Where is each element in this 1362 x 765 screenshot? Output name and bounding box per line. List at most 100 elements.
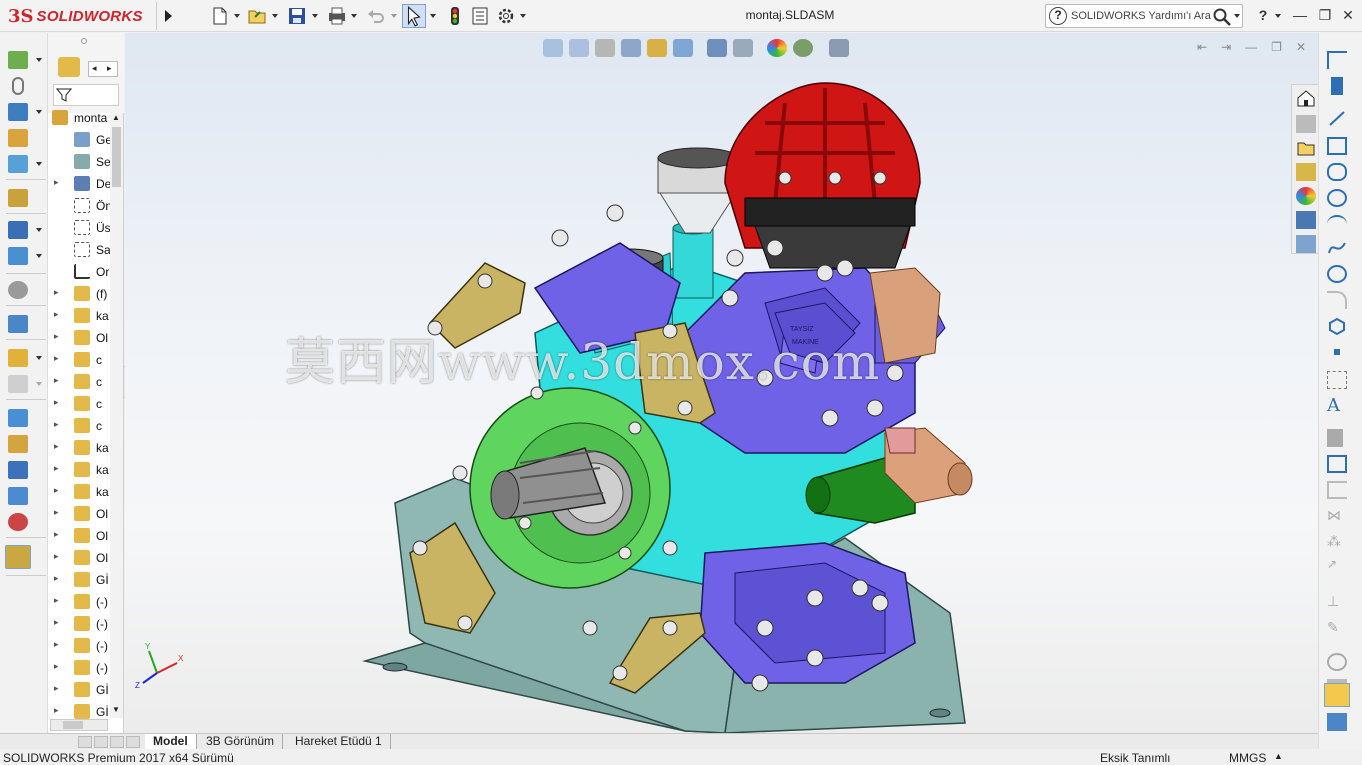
new-motion-study-icon[interactable] <box>8 281 28 299</box>
expand-arrow-icon[interactable]: ▸ <box>54 595 59 606</box>
text-icon[interactable]: A <box>1327 395 1347 416</box>
smart-dimension-icon[interactable] <box>1331 77 1343 95</box>
design-library-icon[interactable] <box>1296 139 1316 157</box>
tree-item[interactable]: Ön <box>48 195 110 217</box>
close-button[interactable]: ✕ <box>1338 7 1358 24</box>
assembly-visualization-icon[interactable] <box>8 487 28 505</box>
fillet-icon[interactable] <box>1327 291 1347 309</box>
menu-expand-button[interactable] <box>156 2 178 30</box>
tree-item[interactable]: Or <box>48 261 110 283</box>
panel-grip-icon[interactable] <box>81 38 87 44</box>
expand-arrow-icon[interactable]: ▸ <box>54 661 59 672</box>
expand-arrow-icon[interactable]: ▸ <box>54 705 59 716</box>
undo-dropdown[interactable] <box>391 14 397 21</box>
scroll-up-icon[interactable]: ▲ <box>112 113 120 122</box>
tree-item[interactable]: ▸ Gİ <box>48 679 110 701</box>
display-relations-icon[interactable]: ⊥ <box>1327 593 1347 611</box>
expand-arrow-icon[interactable]: ▸ <box>54 507 59 518</box>
file-properties-icon[interactable] <box>470 6 490 26</box>
ellipse-icon[interactable] <box>1327 265 1347 283</box>
tree-hscrollbar[interactable] <box>50 719 108 731</box>
undo-icon[interactable] <box>366 6 386 26</box>
print-icon[interactable] <box>327 6 347 26</box>
reference-geometry-icon[interactable] <box>8 247 28 265</box>
custom-properties-icon[interactable] <box>1296 211 1316 229</box>
expand-arrow-icon[interactable]: ▸ <box>54 375 59 386</box>
expand-arrow-icon[interactable]: ▸ <box>54 309 59 320</box>
expand-arrow-icon[interactable]: ▸ <box>54 529 59 540</box>
smart-fasteners-icon[interactable] <box>8 129 28 147</box>
polygon-icon[interactable] <box>1327 317 1347 335</box>
rebuild-icon[interactable] <box>445 6 465 26</box>
repair-sketch-icon[interactable]: ✎ <box>1327 619 1347 637</box>
expand-arrow-icon[interactable]: ▸ <box>54 639 59 650</box>
expand-arrow-icon[interactable]: ▸ <box>54 177 59 188</box>
tab-nav-arrows[interactable] <box>78 736 140 748</box>
trim-entities-icon[interactable] <box>1327 429 1343 447</box>
select-button[interactable] <box>402 4 426 28</box>
save-dropdown[interactable] <box>312 14 318 21</box>
sketch-icon[interactable] <box>1327 51 1347 69</box>
slot-icon[interactable] <box>1327 163 1347 181</box>
restore-button[interactable]: ❐ <box>1315 7 1335 24</box>
solidworks-logo[interactable]: 3S SOLIDWORKS <box>8 3 143 29</box>
centerline-icon[interactable] <box>1327 371 1347 389</box>
tree-item[interactable]: Ge <box>48 129 110 151</box>
print-dropdown[interactable] <box>351 14 357 21</box>
tree-item[interactable]: ▸ Ol <box>48 525 110 547</box>
tab-scroll[interactable]: ◂ ▸ <box>88 61 118 77</box>
tree-item[interactable]: Se <box>48 151 110 173</box>
expand-arrow-icon[interactable]: ▸ <box>54 617 59 628</box>
tree-root[interactable]: monta <box>48 107 110 129</box>
tree-item[interactable]: ▸ (-) <box>48 657 110 679</box>
tree-item[interactable]: ▸ Gİ <box>48 569 110 591</box>
open-dropdown[interactable] <box>272 14 278 21</box>
tree-item[interactable]: ▸ ka <box>48 437 110 459</box>
explode-line-sketch-icon[interactable] <box>8 375 28 393</box>
open-icon[interactable] <box>247 6 267 26</box>
tab-motion-study[interactable]: Hareket Etüdü 1 <box>287 734 391 750</box>
solidworks-forum-icon[interactable] <box>1296 235 1316 253</box>
3d-content-central-icon[interactable] <box>1296 115 1316 133</box>
mirror-entities-icon[interactable]: ⋈ <box>1327 507 1347 525</box>
search-dropdown[interactable] <box>1234 14 1240 21</box>
tree-scroll-thumb[interactable] <box>112 127 121 187</box>
status-units[interactable]: MMGS <box>1229 751 1266 765</box>
feature-manager-tab-icon[interactable] <box>58 57 80 77</box>
expand-arrow-icon[interactable]: ▸ <box>54 551 59 562</box>
tree-item[interactable]: Sa <box>48 239 110 261</box>
tree-item[interactable]: ▸ De <box>48 173 110 195</box>
expand-arrow-icon[interactable]: ▸ <box>54 353 59 364</box>
expand-arrow-icon[interactable]: ▸ <box>54 441 59 452</box>
save-icon[interactable] <box>287 6 307 26</box>
rectangle-icon[interactable] <box>1327 137 1347 155</box>
search-icon[interactable] <box>1212 7 1232 27</box>
help-button[interactable]: ? <box>1253 7 1273 23</box>
circle-icon[interactable] <box>1327 189 1347 207</box>
tree-scrollbar[interactable]: ▲ ▼ <box>110 113 123 718</box>
assembly-features-icon[interactable] <box>8 221 28 239</box>
expand-arrow-icon[interactable]: ▸ <box>54 331 59 342</box>
file-explorer-icon[interactable] <box>1296 163 1316 181</box>
expand-arrow-icon[interactable]: ▸ <box>54 287 59 298</box>
move-component-icon[interactable] <box>8 155 28 173</box>
instant3d-icon[interactable] <box>5 545 31 569</box>
tree-item[interactable]: ▸ (-) <box>48 635 110 657</box>
new-dropdown[interactable] <box>234 14 240 21</box>
tree-item[interactable]: ▸ Ol <box>48 547 110 569</box>
convert-entities-icon[interactable] <box>1327 455 1347 473</box>
linear-pattern-icon[interactable] <box>8 103 28 121</box>
linear-sketch-pattern-icon[interactable]: ⁂ <box>1327 533 1347 551</box>
new-icon[interactable] <box>210 6 230 26</box>
paperclip-icon[interactable] <box>12 77 24 95</box>
tree-item[interactable]: ▸ ka <box>48 481 110 503</box>
offset-entities-icon[interactable] <box>1327 481 1347 499</box>
tree-item[interactable]: ▸ c <box>48 393 110 415</box>
line-icon[interactable] <box>1327 109 1347 127</box>
help-search-input[interactable]: ? SOLIDWORKS Yardımı'ı Ara <box>1045 4 1243 28</box>
performance-evaluation-icon[interactable] <box>8 513 28 531</box>
hole-alignment-icon[interactable] <box>8 461 28 479</box>
spline-icon[interactable] <box>1327 239 1347 257</box>
exploded-view-icon[interactable] <box>8 349 28 367</box>
select-dropdown[interactable] <box>430 14 436 21</box>
